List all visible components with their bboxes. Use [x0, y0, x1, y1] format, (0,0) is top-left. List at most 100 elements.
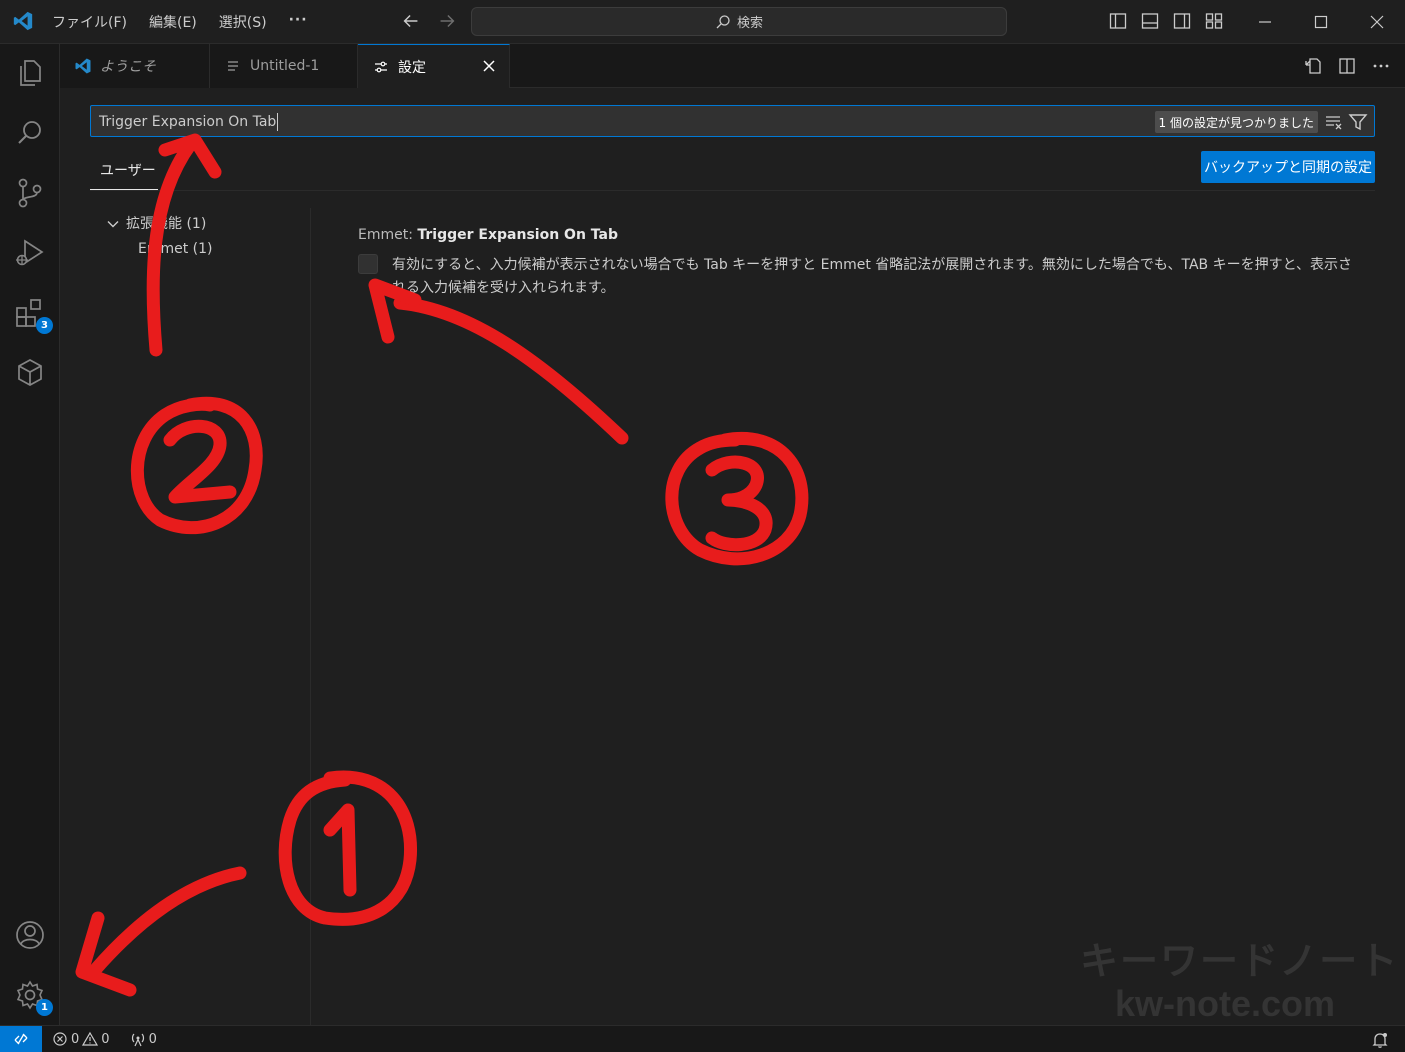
remote-icon [14, 1033, 28, 1045]
editor-actions [1303, 56, 1391, 76]
toc-item-extensions[interactable]: 拡張機能 (1) [106, 213, 206, 233]
command-center-search[interactable]: 検索 [471, 7, 1007, 36]
broadcast-icon [131, 1033, 144, 1047]
remote-indicator[interactable] [0, 1025, 42, 1052]
navigation-arrows [400, 10, 458, 32]
scope-divider [90, 190, 1375, 191]
source-control-icon [18, 178, 42, 208]
watermark: キーワードノート kw-note.com [1080, 940, 1400, 1024]
maximize-icon [1314, 15, 1328, 29]
warning-count: 0 [101, 1031, 110, 1047]
arrow-left-icon[interactable] [400, 10, 422, 32]
tab-settings-label: 設定 [398, 59, 426, 76]
tab-welcome[interactable]: ようこそ [60, 44, 210, 88]
activity-run-debug[interactable] [13, 236, 47, 270]
close-icon[interactable] [481, 58, 497, 74]
settings-sliders-icon [375, 61, 387, 72]
annotation-circle-3 [665, 432, 809, 566]
tab-welcome-label: ようこそ [100, 59, 156, 75]
activity-remote-explorer[interactable] [13, 356, 47, 390]
setting-name: Trigger Expansion On Tab [417, 227, 618, 243]
annotation-digit-1 [323, 803, 357, 897]
minimize-button[interactable] [1237, 0, 1293, 44]
close-window-button[interactable] [1349, 0, 1405, 44]
manage-badge: 1 [36, 999, 53, 1016]
annotation-digit-2 [163, 419, 237, 504]
close-icon [1370, 15, 1384, 29]
toc-item-extensions-label: 拡張機能 (1) [126, 216, 207, 232]
clear-search-icon[interactable] [1324, 112, 1344, 132]
watermark-title: キーワードノート [1080, 941, 1400, 983]
explorer-icon [20, 60, 41, 86]
annotation-circle-1 [278, 770, 418, 926]
tab-settings[interactable]: 設定 [358, 44, 510, 88]
menu-selection[interactable]: 選択(S) [219, 12, 267, 32]
annotation-arrow-1 [88, 866, 247, 977]
menu-more[interactable]: ··· [289, 12, 308, 32]
warning-icon [82, 1031, 99, 1046]
tab-untitled-label: Untitled-1 [250, 58, 320, 74]
run-debug-icon [16, 239, 44, 266]
annotation-overlay [75, 133, 809, 997]
annotation-circle-2 [130, 396, 263, 535]
settings-search-input[interactable]: Trigger Expansion On Tab [99, 113, 279, 131]
toggle-primary-sidebar-icon[interactable] [1108, 11, 1128, 31]
activity-manage[interactable]: 1 [13, 978, 53, 1016]
file-lines-icon [228, 61, 238, 71]
ports-indicator[interactable]: 0 [130, 1031, 157, 1047]
error-count: 0 [71, 1031, 80, 1047]
vscode-logo-icon [75, 58, 91, 74]
customize-layout-icon[interactable] [1204, 11, 1224, 31]
toc-item-emmet[interactable]: Emmet (1) [138, 241, 213, 257]
activity-accounts[interactable] [13, 918, 47, 952]
account-icon [16, 921, 44, 949]
error-icon [53, 1032, 67, 1046]
activity-source-control[interactable] [13, 176, 47, 210]
problems-indicator[interactable]: 0 0 [52, 1031, 110, 1047]
minimize-icon [1259, 21, 1271, 23]
toc-divider [310, 208, 311, 1025]
toggle-panel-icon[interactable] [1140, 11, 1160, 31]
ports-count: 0 [148, 1031, 157, 1047]
filter-icon[interactable] [1348, 112, 1368, 132]
search-icon [716, 14, 730, 28]
backup-sync-button[interactable]: バックアップと同期の設定 [1201, 151, 1375, 183]
activity-explorer[interactable] [13, 56, 47, 90]
activity-bar: 3 1 [0, 44, 60, 1025]
maximize-button[interactable] [1293, 0, 1349, 44]
chevron-down-icon [107, 221, 119, 228]
scope-tab-user[interactable]: ユーザー [90, 150, 158, 190]
extensions-badge: 3 [36, 317, 53, 334]
split-editor-icon[interactable] [1337, 56, 1357, 76]
command-center-label: 検索 [736, 16, 763, 31]
setting-description: 有効にすると、入力候補が表示されない場合でも Tab キーを押すと Emmet … [392, 257, 1353, 296]
annotation-digit-3 [705, 455, 773, 552]
setting-title: Emmet: Trigger Expansion On Tab [358, 227, 618, 243]
layout-controls [1108, 11, 1224, 31]
tab-untitled-1[interactable]: Untitled-1 [210, 44, 358, 88]
window-controls [1237, 0, 1405, 44]
more-actions-icon[interactable] [1371, 56, 1391, 76]
setting-category: Emmet: [358, 227, 418, 243]
activity-search[interactable] [13, 116, 47, 150]
trigger-expansion-checkbox[interactable] [358, 254, 378, 274]
search-icon [18, 121, 41, 144]
remote-explorer-icon [18, 359, 42, 386]
annotation-arrow-3 [393, 296, 629, 445]
menu-edit[interactable]: 編集(E) [149, 12, 197, 32]
annotation-arrowhead-2 [158, 133, 222, 179]
open-settings-json-icon[interactable] [1303, 56, 1323, 76]
arrow-right-icon[interactable] [436, 10, 458, 32]
watermark-url: kw-note.com [1114, 983, 1336, 1024]
menu-bar: ファイル(F) 編集(E) 選択(S) ··· [52, 12, 308, 32]
notification-bell-icon[interactable] [1371, 1031, 1389, 1049]
toggle-secondary-sidebar-icon[interactable] [1172, 11, 1192, 31]
title-bar: ファイル(F) 編集(E) 選択(S) ··· 検索 [0, 0, 1405, 44]
editor-tab-bar: ようこそ Untitled-1 設定 [60, 44, 1405, 88]
search-result-count: 1 個の設定が見つかりました [1154, 111, 1318, 133]
annotation-arrowhead-1 [75, 911, 137, 997]
settings-search-box[interactable]: Trigger Expansion On Tab 1 個の設定が見つかりました [90, 105, 1375, 137]
activity-extensions[interactable]: 3 [13, 296, 53, 334]
menu-file[interactable]: ファイル(F) [52, 12, 127, 32]
status-bar: 0 0 0 [0, 1025, 1405, 1052]
